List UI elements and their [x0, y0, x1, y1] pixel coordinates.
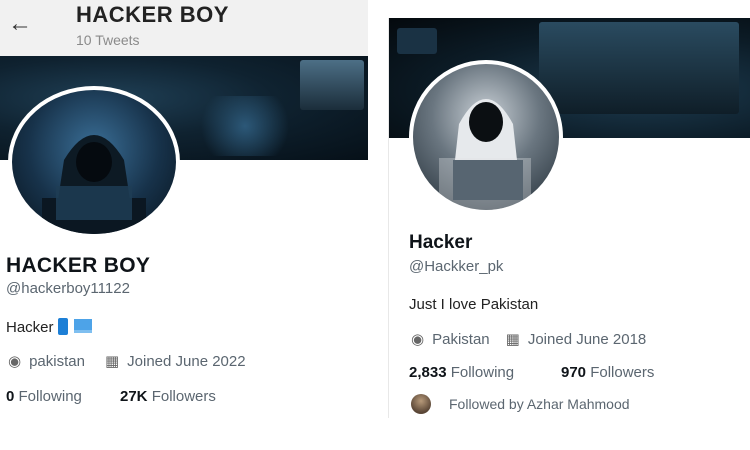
location: Pakistan: [432, 330, 490, 348]
avatar[interactable]: [8, 86, 180, 238]
glow-shape: [190, 96, 300, 156]
calendar-icon: ▦: [104, 353, 120, 370]
bio: Just I love Pakistan: [409, 296, 539, 313]
monitor-shape: [397, 28, 437, 54]
followers-label: Followers: [151, 388, 216, 405]
profile-header-bar: ← HACKER BOY 10 Tweets: [0, 0, 368, 56]
bio: Hacker: [6, 318, 92, 336]
followers-count: 970: [561, 364, 587, 381]
bio-text: Hacker: [6, 319, 54, 336]
hooded-hacker-figure: [42, 135, 146, 234]
right-profile-card: Hacker @Hackker_pk Just I love Pakistan …: [388, 18, 750, 418]
following-stat[interactable]: 0 Following: [6, 388, 82, 405]
follower-avatar[interactable]: [411, 394, 431, 414]
tweets-count: 10 Tweets: [76, 32, 140, 48]
followers-count: 27K: [120, 388, 148, 405]
back-arrow-icon[interactable]: ←: [8, 10, 32, 38]
left-profile-card: ← HACKER BOY 10 Tweets HACKER BOY @hacke…: [0, 0, 368, 420]
meta-row: ◉ Pakistan ▦ Joined June 2018: [411, 330, 647, 349]
monitor-shape: [300, 60, 364, 110]
followers-label: Followers: [590, 364, 655, 381]
joined-date: Joined June 2022: [127, 352, 246, 370]
followers-stat[interactable]: 970 Followers: [561, 364, 654, 381]
header-title: HACKER BOY: [76, 2, 229, 27]
following-label: Following: [18, 388, 82, 405]
location-pin-icon: ◉: [411, 331, 425, 348]
display-name: HACKER BOY: [6, 254, 151, 277]
following-count: 0: [6, 388, 15, 405]
location: pakistan: [29, 352, 85, 370]
location-pin-icon: ◉: [8, 353, 22, 370]
following-label: Following: [450, 364, 515, 381]
masked-hacker-figure: [439, 99, 531, 210]
handle: @Hackker_pk: [409, 258, 504, 275]
following-count: 2,833: [409, 364, 447, 381]
meta-row: ◉ pakistan ▦ Joined June 2022: [8, 352, 246, 371]
following-stat[interactable]: 2,833 Following: [409, 364, 514, 381]
followed-by-text[interactable]: Followed by Azhar Mahmood: [449, 396, 630, 412]
display-name: Hacker: [409, 232, 473, 253]
avatar[interactable]: [409, 60, 563, 214]
monitor-shape: [539, 22, 739, 114]
followers-stat[interactable]: 27K Followers: [120, 388, 216, 405]
mobile-phone-icon: [57, 318, 68, 335]
joined-date: Joined June 2018: [527, 330, 647, 348]
handle: @hackerboy11122: [6, 280, 130, 297]
calendar-icon: ▦: [505, 331, 520, 348]
laptop-icon: [73, 319, 92, 333]
